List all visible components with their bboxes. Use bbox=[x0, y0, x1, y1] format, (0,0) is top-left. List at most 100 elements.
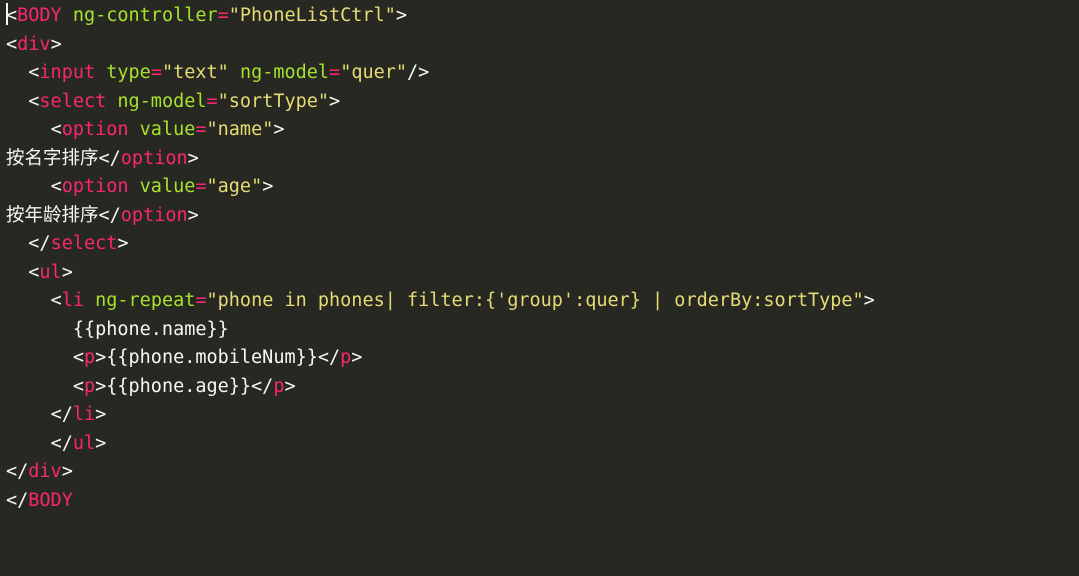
code-token: < bbox=[6, 5, 17, 26]
code-token: </ bbox=[51, 404, 73, 425]
code-token: "phone in phones| filter:{'group':quer} … bbox=[207, 290, 864, 311]
code-token: ul bbox=[39, 262, 61, 283]
code-token: BODY bbox=[28, 490, 73, 511]
code-token: > bbox=[62, 461, 73, 482]
code-token: < bbox=[28, 262, 39, 283]
code-token: </ bbox=[318, 347, 340, 368]
code-token: ng-repeat bbox=[95, 290, 195, 311]
code-token: > bbox=[95, 404, 106, 425]
code-token: < bbox=[73, 376, 84, 397]
code-token: li bbox=[73, 404, 95, 425]
code-token: li bbox=[62, 290, 84, 311]
code-token: </ bbox=[6, 490, 28, 511]
code-token: option bbox=[62, 176, 129, 197]
code-token bbox=[62, 5, 73, 26]
code-token: </ bbox=[6, 461, 28, 482]
code-token: </ bbox=[99, 148, 121, 169]
code-token: select bbox=[51, 233, 118, 254]
code-token: < bbox=[28, 62, 39, 83]
code-token: > bbox=[95, 433, 106, 454]
code-token: div bbox=[17, 34, 50, 55]
code-token: {{phone.age}} bbox=[106, 376, 251, 397]
code-token: = bbox=[195, 119, 206, 140]
code-token bbox=[6, 262, 28, 283]
code-token: > bbox=[329, 91, 340, 112]
code-token: p bbox=[273, 376, 284, 397]
code-token: > bbox=[351, 347, 362, 368]
code-token: input bbox=[39, 62, 95, 83]
code-token bbox=[6, 376, 73, 397]
code-editor[interactable]: <BODY ng-controller="PhoneListCtrl"> <di… bbox=[0, 0, 1079, 517]
code-token bbox=[6, 176, 51, 197]
code-token: "name" bbox=[207, 119, 274, 140]
code-token bbox=[84, 290, 95, 311]
code-token: "text" bbox=[162, 62, 229, 83]
code-token: > bbox=[262, 176, 273, 197]
code-token: p bbox=[84, 376, 95, 397]
code-token: </ bbox=[99, 205, 121, 226]
code-token: value bbox=[140, 119, 196, 140]
code-token bbox=[6, 62, 28, 83]
code-token: value bbox=[140, 176, 196, 197]
code-token bbox=[129, 119, 140, 140]
code-token: "PhoneListCtrl" bbox=[229, 5, 396, 26]
code-token: "age" bbox=[207, 176, 263, 197]
code-token: > bbox=[188, 148, 199, 169]
code-token: < bbox=[51, 290, 62, 311]
code-token: > bbox=[273, 119, 284, 140]
code-token: BODY bbox=[17, 5, 62, 26]
code-token: = bbox=[195, 176, 206, 197]
code-token: < bbox=[28, 91, 39, 112]
code-token: ng-model bbox=[240, 62, 329, 83]
code-token: > bbox=[188, 205, 199, 226]
code-token bbox=[6, 433, 51, 454]
code-token: > bbox=[117, 233, 128, 254]
code-token: </ bbox=[51, 433, 73, 454]
code-token bbox=[229, 62, 240, 83]
code-token bbox=[6, 290, 51, 311]
code-token: "sortType" bbox=[218, 91, 329, 112]
code-token: ng-model bbox=[117, 91, 206, 112]
code-token: = bbox=[151, 62, 162, 83]
code-token: type bbox=[106, 62, 151, 83]
code-token: select bbox=[39, 91, 106, 112]
code-token: option bbox=[121, 148, 188, 169]
code-token bbox=[6, 404, 51, 425]
code-token: option bbox=[62, 119, 129, 140]
code-token: ng-controller bbox=[73, 5, 218, 26]
code-token bbox=[6, 119, 51, 140]
code-token: 按年龄排序 bbox=[6, 205, 99, 226]
code-token: > bbox=[396, 5, 407, 26]
code-token: "quer" bbox=[340, 62, 407, 83]
code-token bbox=[6, 347, 73, 368]
code-token: option bbox=[121, 205, 188, 226]
code-token: {{phone.mobileNum}} bbox=[106, 347, 318, 368]
code-token bbox=[129, 176, 140, 197]
code-token: = bbox=[195, 290, 206, 311]
code-token: ul bbox=[73, 433, 95, 454]
code-token: > bbox=[284, 376, 295, 397]
code-token: > bbox=[95, 347, 106, 368]
code-token: < bbox=[51, 176, 62, 197]
code-token: > bbox=[62, 262, 73, 283]
code-token: div bbox=[28, 461, 61, 482]
code-token: < bbox=[6, 34, 17, 55]
code-token: p bbox=[84, 347, 95, 368]
code-token: > bbox=[95, 376, 106, 397]
code-token: > bbox=[51, 34, 62, 55]
code-token: </ bbox=[251, 376, 273, 397]
code-token: /> bbox=[407, 62, 429, 83]
code-token: = bbox=[218, 5, 229, 26]
code-token bbox=[106, 91, 117, 112]
code-token: 按名字排序 bbox=[6, 148, 99, 169]
code-token: < bbox=[73, 347, 84, 368]
code-token: = bbox=[207, 91, 218, 112]
code-token bbox=[95, 62, 106, 83]
code-token: < bbox=[51, 119, 62, 140]
code-token: > bbox=[864, 290, 875, 311]
code-token: = bbox=[329, 62, 340, 83]
code-token: </ bbox=[28, 233, 50, 254]
code-token bbox=[6, 91, 28, 112]
text-cursor bbox=[6, 3, 8, 25]
code-token: {{phone.name}} bbox=[6, 319, 229, 340]
